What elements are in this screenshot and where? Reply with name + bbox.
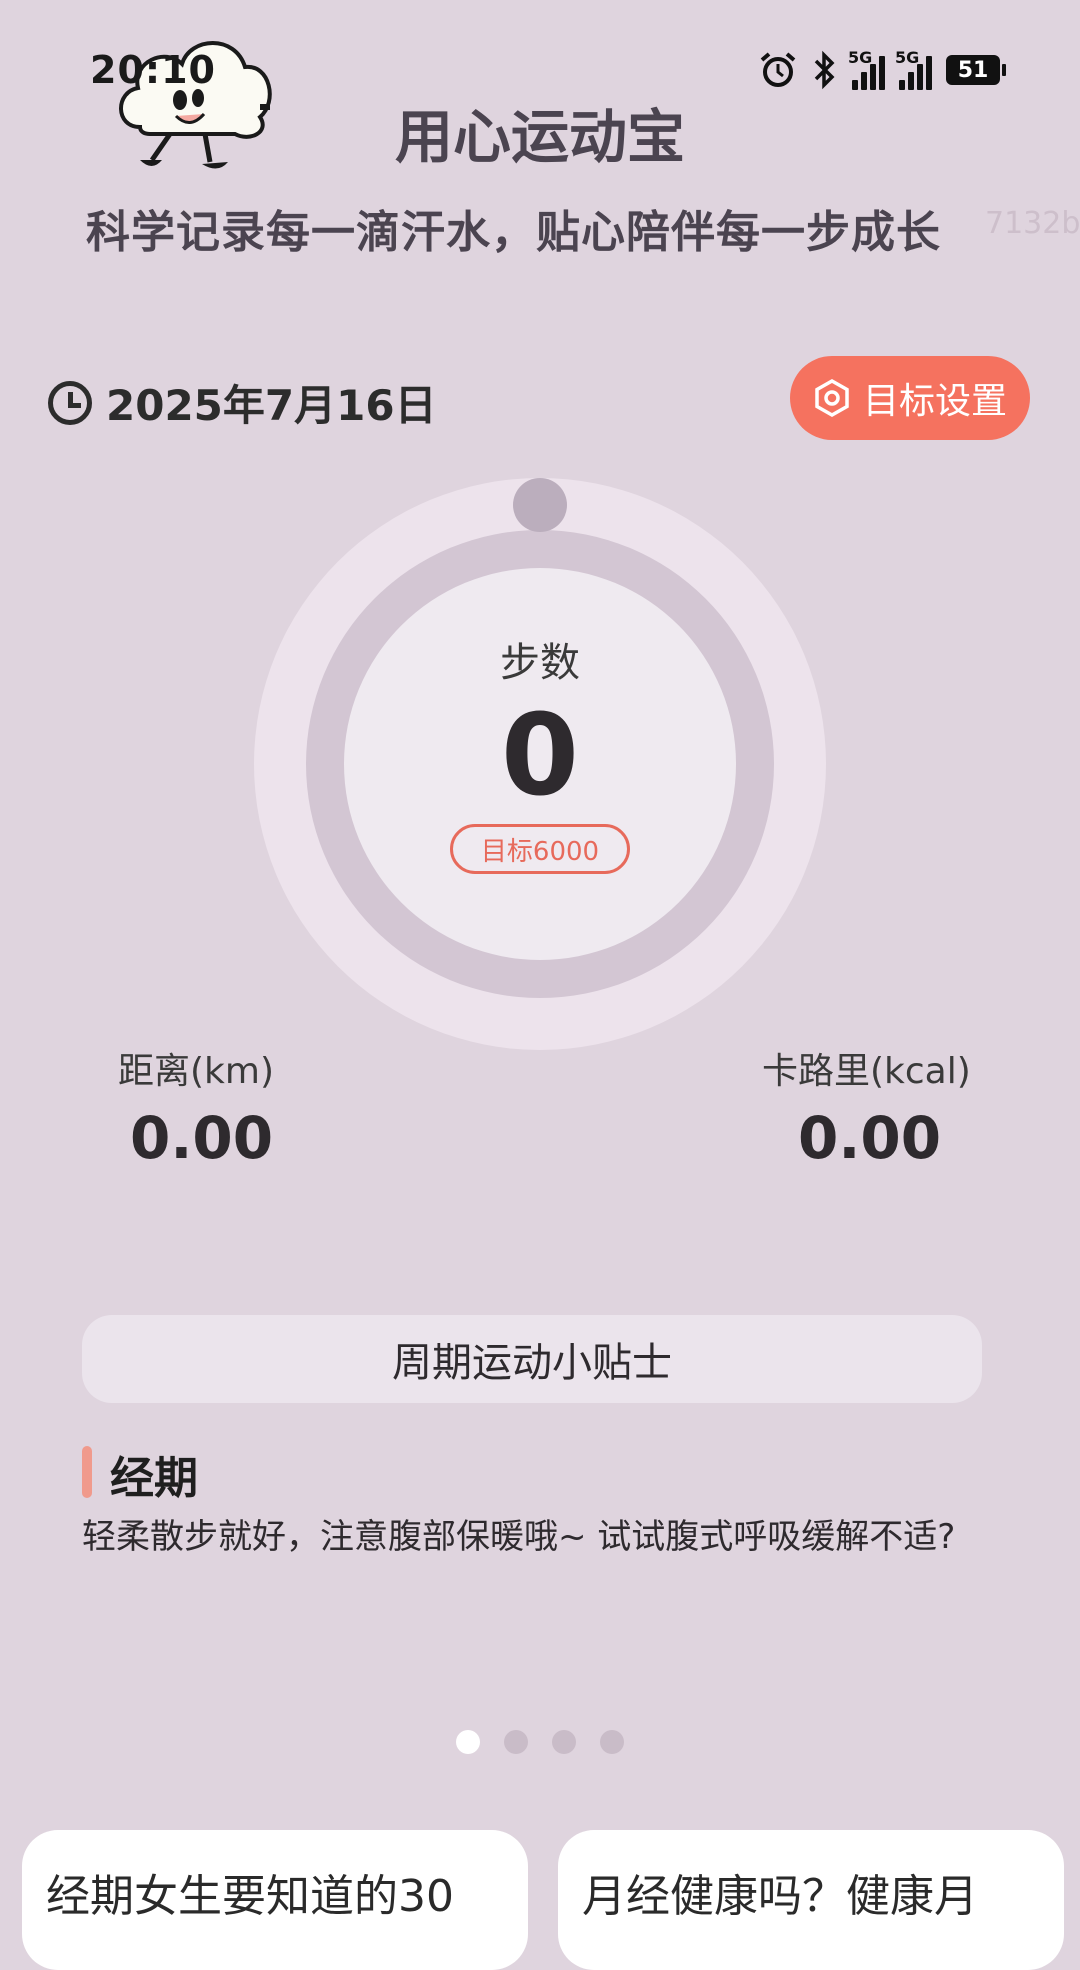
goal-settings-label: 目标设置 [862,381,1007,422]
article-title: 经期女生要知道的30 [46,1871,454,1922]
date-text: 2025年7月16日 [106,381,437,430]
clock-icon [48,380,92,425]
step-progress-handle [513,478,567,532]
steps-value: 0 [501,691,579,821]
app-subtitle: 科学记录每一滴汗水，贴心陪伴每一步成长 [86,207,941,258]
steps-goal-badge: 目标6000 [450,824,630,874]
steps-label: 步数 [500,640,580,686]
article-card[interactable]: 月经健康吗？健康月 [558,1830,1064,1970]
alarm-icon [760,52,796,87]
carousel-dot[interactable] [600,1730,624,1754]
cloud-mascot-icon [119,41,272,169]
battery-icon: 51 [946,55,1006,85]
article-card[interactable]: 经期女生要知道的30 [22,1830,528,1970]
carousel-dot[interactable] [456,1730,480,1754]
carousel-dot[interactable] [552,1730,576,1754]
carousel-dots [0,1730,1080,1754]
distance-value: 0.00 [130,1104,274,1172]
signal-icon: 5G [848,48,885,90]
tips-header-button[interactable]: 周期运动小贴士 [82,1315,982,1403]
app-code: 7132b1 [985,206,1080,241]
tip-accent-bar [82,1446,92,1498]
status-time: 20:10 [90,48,216,92]
calories-value: 0.00 [798,1104,942,1172]
bluetooth-icon [814,50,835,90]
carousel-dot[interactable] [504,1730,528,1754]
calories-label: 卡路里(kcal) [762,1051,971,1092]
article-title: 月经健康吗？健康月 [582,1871,978,1922]
distance-label: 距离(km) [118,1051,275,1092]
signal-icon: 5G [895,48,932,90]
goal-settings-button[interactable]: 目标设置 [790,356,1030,440]
signal-label: 5G [895,48,920,67]
tip-body: 轻柔散步就好，注意腹部保暖哦~ 试试腹式呼吸缓解不适? [82,1517,956,1557]
date-row: 2025年7月16日 [48,372,437,433]
gear-icon [815,379,849,417]
status-icons: 5G 5G 51 [758,48,1006,90]
signal-label: 5G [848,48,873,67]
tip-title: 经期 [110,1453,198,1504]
